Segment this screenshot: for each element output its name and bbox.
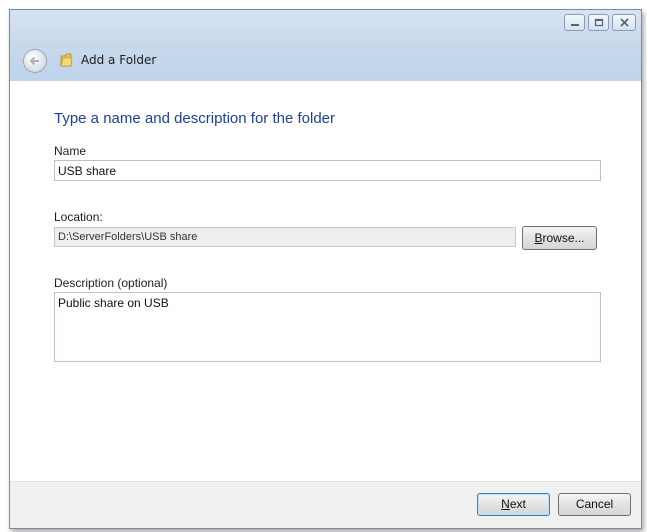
maximize-button[interactable] (588, 14, 609, 31)
add-folder-window: Add a Folder Type a name and description… (9, 9, 642, 529)
title-bar: Add a Folder (10, 10, 641, 81)
next-label: ext (509, 497, 526, 511)
minimize-button[interactable] (564, 14, 585, 31)
next-mnemonic: N (501, 497, 510, 511)
browse-button[interactable]: Browse... (522, 226, 597, 250)
caption-buttons (561, 14, 636, 31)
close-button[interactable] (612, 14, 636, 31)
close-icon (620, 18, 629, 27)
description-label: Description (optional) (54, 276, 168, 290)
dialog-title: Add a Folder (81, 53, 157, 67)
name-label: Name (54, 144, 87, 158)
cancel-button[interactable]: Cancel (558, 493, 631, 516)
back-button[interactable] (23, 49, 47, 73)
footer-bar: Next Cancel (10, 481, 641, 528)
back-arrow-icon (29, 56, 39, 66)
page-heading: Type a name and description for the fold… (54, 110, 336, 127)
maximize-icon (594, 18, 604, 27)
minimize-icon (571, 24, 579, 26)
location-field: D:\ServerFolders\USB share (54, 227, 516, 247)
next-button[interactable]: Next (477, 493, 550, 516)
browse-label: rowse... (542, 231, 585, 245)
description-textarea[interactable]: Public share on USB (54, 292, 601, 362)
browse-mnemonic: B (534, 231, 543, 245)
folder-icon (60, 53, 73, 67)
name-input[interactable]: USB share (54, 160, 601, 181)
location-label: Location: (54, 210, 103, 224)
